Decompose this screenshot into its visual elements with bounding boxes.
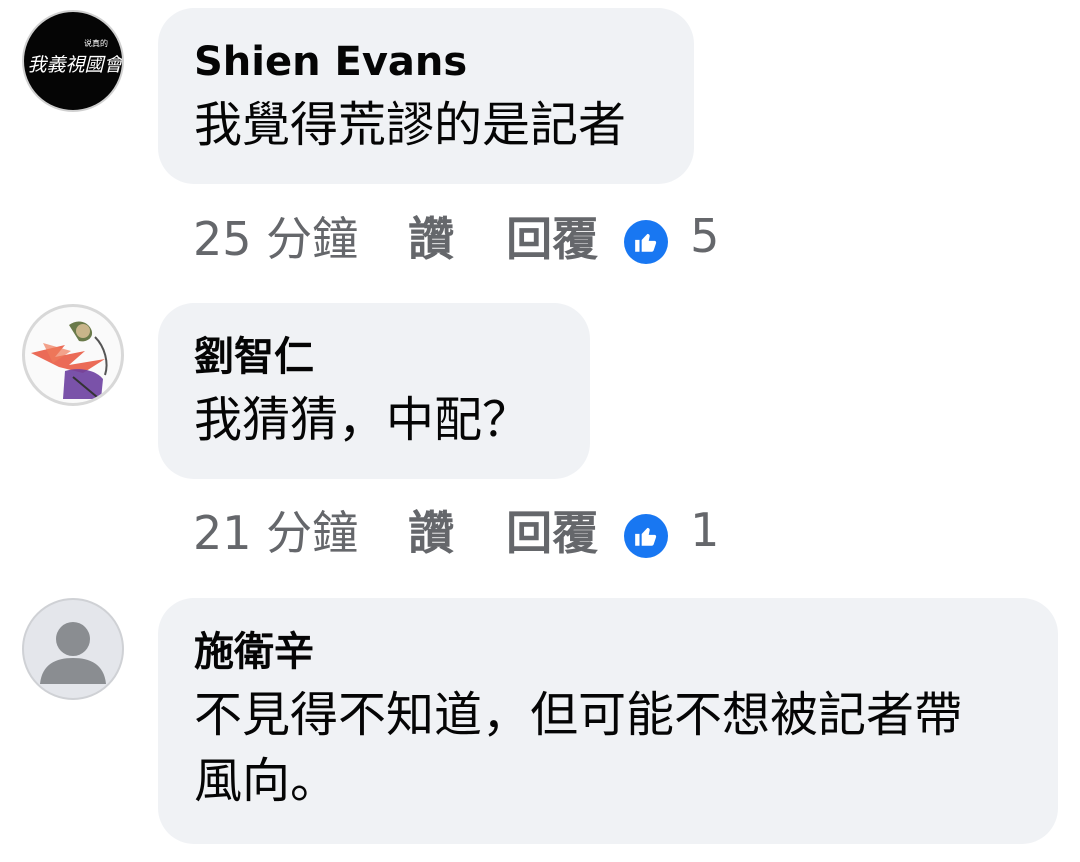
reply-button[interactable]: 回覆 [506, 203, 598, 269]
thumbs-up-icon [624, 514, 669, 558]
comment-author[interactable]: Shien Evans [194, 38, 658, 86]
like-button[interactable]: 讚 [408, 203, 454, 269]
comment-text: 我覺得荒謬的是記者 [194, 97, 627, 153]
reaction-count: 5 [690, 209, 720, 263]
thumbs-up-icon [624, 220, 669, 264]
reaction-summary[interactable]: 1 [624, 502, 719, 558]
comment-time[interactable]: 25 分鐘 [193, 203, 358, 269]
comment-bubble: Shien Evans 我覺得荒謬的是記者 [158, 8, 694, 184]
comment-actions: 21 分鐘 讚 回覆 1 [193, 500, 719, 560]
comment-bubble: 施衛辛 不見得不知道，但可能不想被記者帶 風向。 [158, 598, 1058, 844]
avatar[interactable] [22, 598, 124, 700]
person-silhouette-icon [40, 622, 106, 684]
avatar[interactable]: 我義視國會 说真的 [22, 10, 124, 112]
avatar-logo-icon: 我義視國會 说真的 [27, 38, 124, 76]
avatar-illustration-icon [31, 321, 108, 399]
reaction-count: 1 [690, 503, 720, 557]
svg-text:说真的: 说真的 [84, 38, 108, 48]
comment-text-line-1: 不見得不知道，但可能不想被記者帶 [194, 687, 963, 743]
svg-text:我義視國會: 我義視國會 [27, 54, 124, 76]
reply-button[interactable]: 回覆 [506, 497, 598, 563]
comment-time[interactable]: 21 分鐘 [193, 497, 358, 563]
comment-author[interactable]: 劉智仁 [194, 333, 554, 381]
comment-text: 我猜猜，中配？ [194, 392, 531, 448]
comment-author[interactable]: 施衛辛 [194, 628, 1022, 676]
comment-actions: 25 分鐘 讚 回覆 5 [193, 206, 719, 266]
comment-text-line-2: 風向。 [194, 753, 339, 809]
comment-bubble: 劉智仁 我猜猜，中配？ [158, 303, 590, 479]
avatar[interactable] [22, 304, 124, 406]
like-button[interactable]: 讚 [408, 497, 454, 563]
reaction-summary[interactable]: 5 [624, 208, 719, 264]
